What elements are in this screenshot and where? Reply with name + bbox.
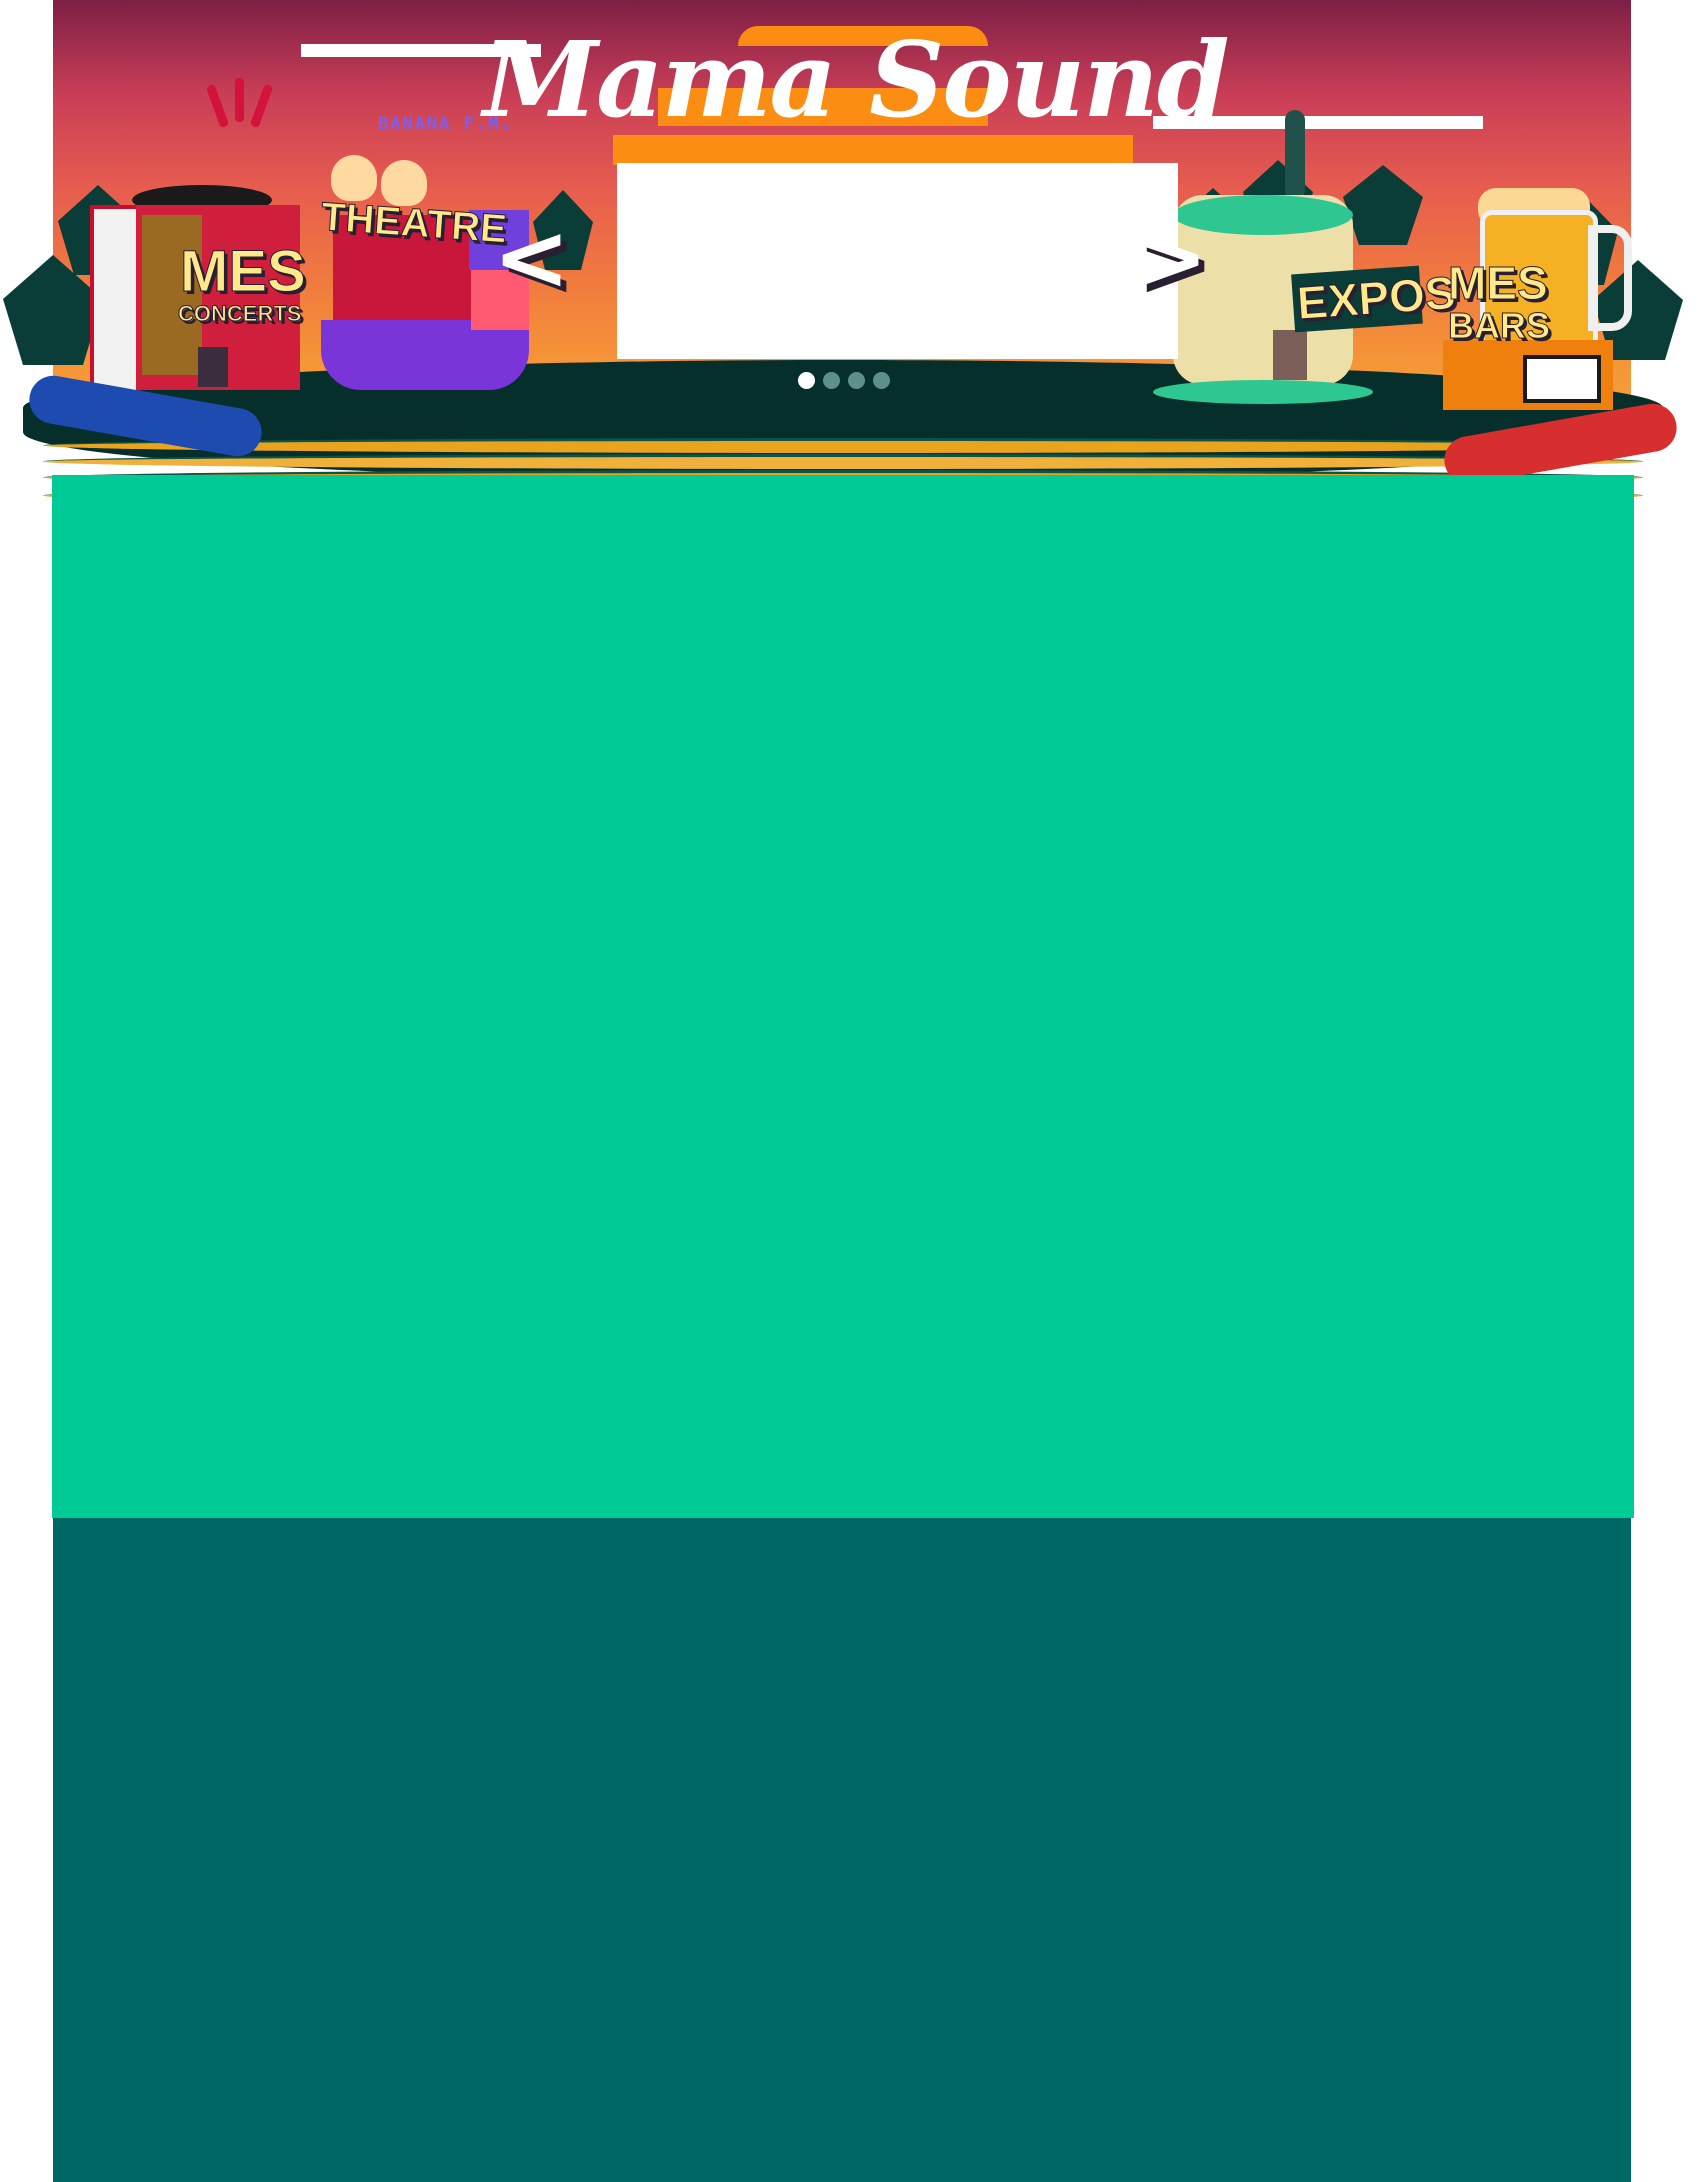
sign-bars-line2: BARS <box>1448 305 1551 346</box>
slider-dot-1[interactable] <box>798 372 815 389</box>
track-stripe <box>43 438 1643 453</box>
logo-subtitle: BANANA F.M. <box>378 114 513 134</box>
sign-concerts-line1: MES <box>180 239 307 304</box>
spark-icon <box>235 78 244 122</box>
slider-dot-4[interactable] <box>873 372 890 389</box>
nav-bars[interactable]: MES BARS <box>1378 180 1638 420</box>
sign-bars-line1: MES <box>1448 257 1549 309</box>
nav-concerts[interactable]: MES CONCERTS <box>90 175 307 400</box>
track-stripe <box>43 454 1643 469</box>
lower-content-section <box>53 1518 1631 2182</box>
slider-dots <box>798 372 890 389</box>
slider-prev-button[interactable]: < <box>493 212 570 304</box>
slider-next-button[interactable]: > <box>1131 212 1208 304</box>
slider-dot-3[interactable] <box>848 372 865 389</box>
sign-concerts-line2: CONCERTS <box>178 301 302 326</box>
page: Mama Sound BANANA F.M. MES CONCERTS THEA… <box>0 0 1700 2182</box>
slider-dot-2[interactable] <box>823 372 840 389</box>
main-content-section <box>52 475 1634 1518</box>
featured-slider[interactable] <box>617 163 1178 359</box>
